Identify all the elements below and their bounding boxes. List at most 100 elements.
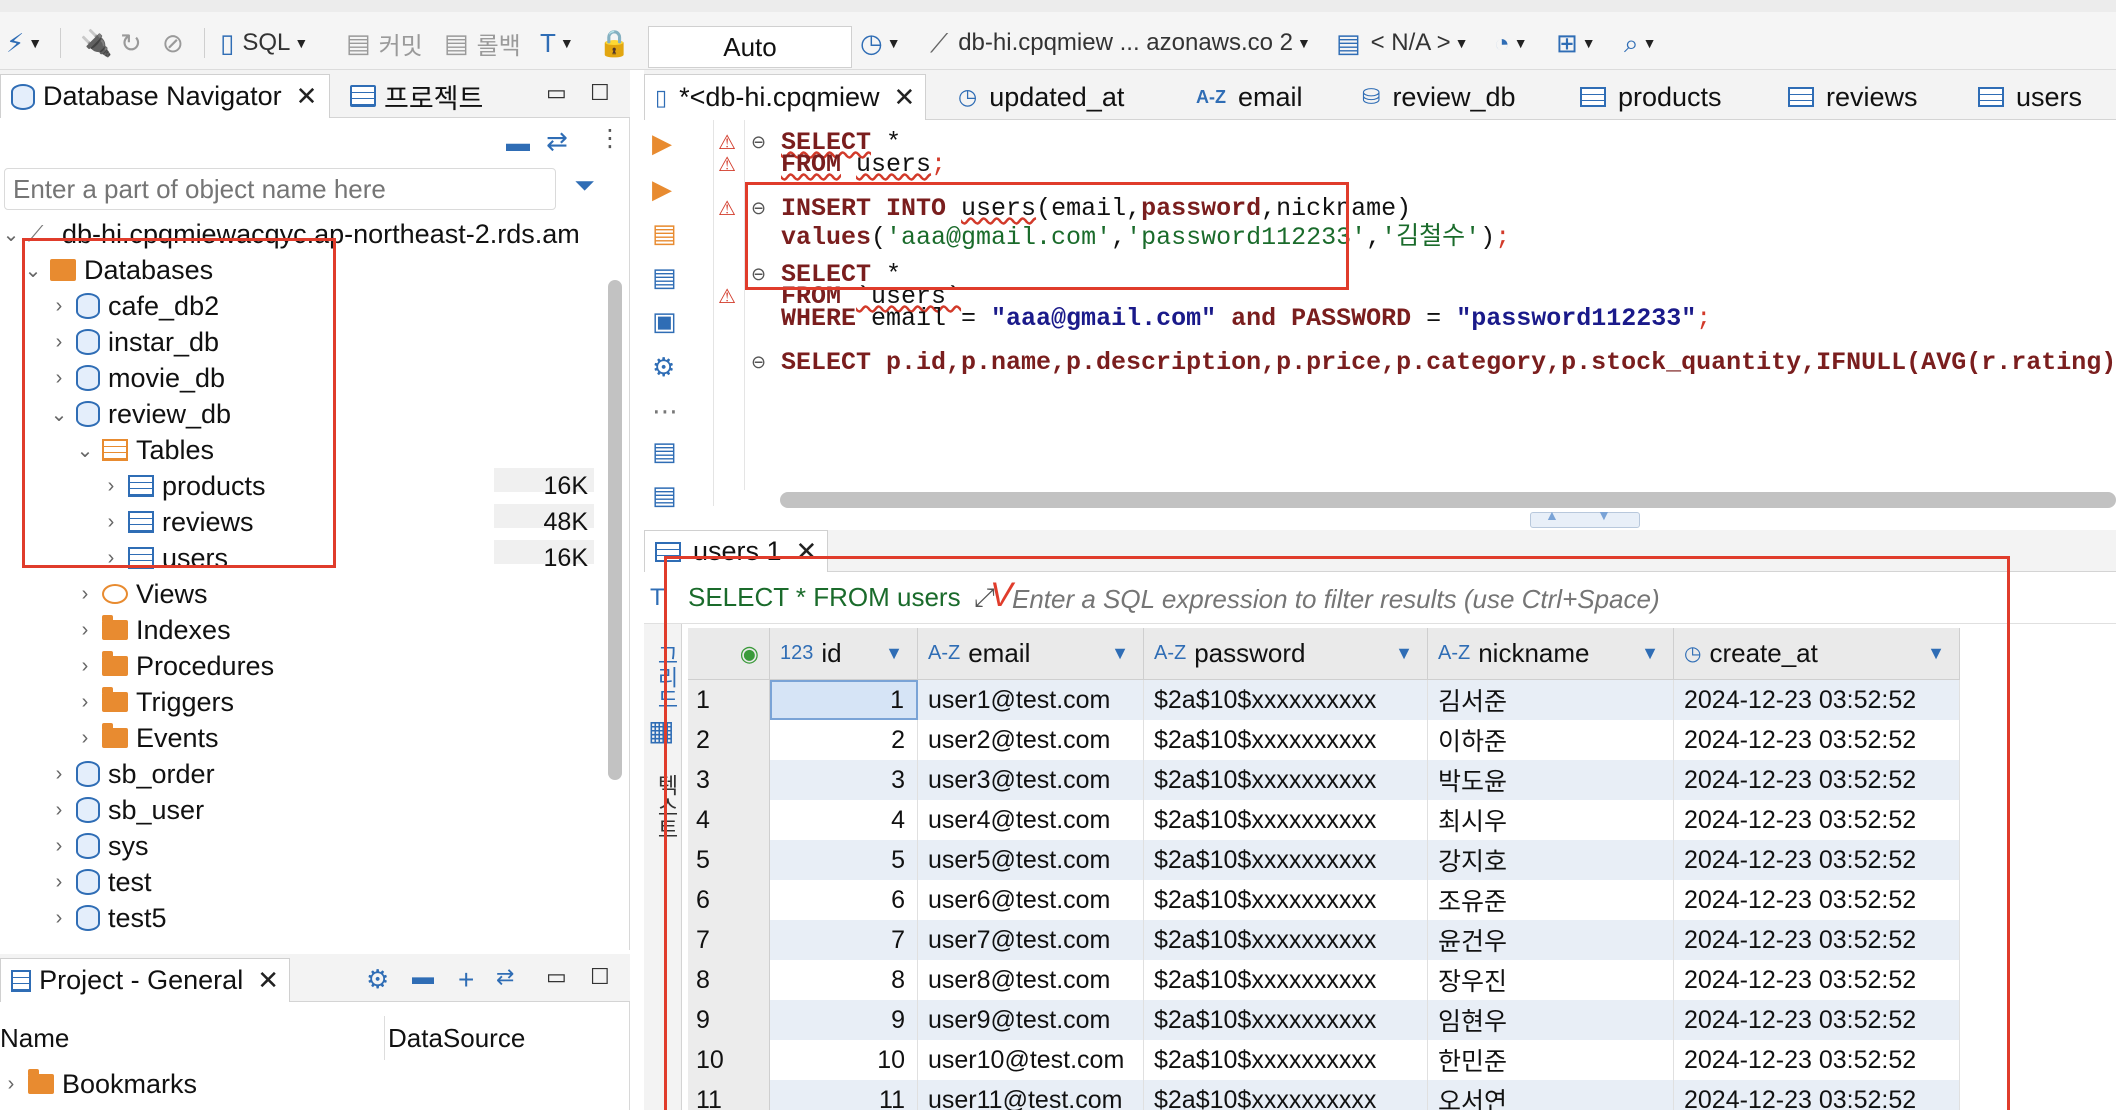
tab-label: review_db	[1392, 81, 1516, 112]
tree-views[interactable]: › Views	[74, 576, 208, 612]
settings-icon[interactable]: ⚙	[366, 964, 389, 995]
tree-database[interactable]: › test	[48, 864, 152, 900]
link-editor-icon[interactable]: ⇄	[546, 126, 568, 157]
minimize-icon[interactable]: ▭	[546, 80, 567, 106]
project-icon	[350, 85, 376, 107]
execute-new-tab-icon[interactable]: ▶	[652, 174, 672, 205]
chevron-down-icon: ⌄	[2, 223, 20, 246]
sql-text: SELECT p.id,p.name,p.description,p.price…	[781, 348, 2116, 377]
more-options-icon[interactable]: ⋯	[652, 396, 678, 427]
database-icon	[76, 905, 100, 931]
horizontal-scrollbar[interactable]	[780, 492, 2116, 508]
reconnect-icon: ↻	[120, 28, 142, 58]
commit-button[interactable]: ▤ 커밋	[346, 26, 423, 60]
lock-icon: 🔒	[598, 28, 631, 58]
new-connection-button[interactable]: ⚡ ▼	[6, 26, 42, 60]
folder-label: Procedures	[136, 650, 275, 681]
minimize-icon[interactable]: ▭	[546, 964, 567, 990]
annotation-highlight-box	[22, 238, 336, 568]
code-line: SELECT p.id,p.name,p.description,p.price…	[781, 348, 2116, 377]
export-icon[interactable]: ▤	[652, 436, 677, 467]
tree-database[interactable]: › sb_order	[48, 756, 215, 792]
maximize-icon[interactable]: ☐	[590, 964, 610, 990]
dashboard-button[interactable]: ◔ ▼	[1494, 26, 1528, 60]
sql-keyword: and	[1231, 304, 1277, 333]
code-line: WHERE email = "aaa@gmail.com" and PASSWO…	[781, 304, 1712, 333]
chevron-down-icon: ▼	[294, 35, 309, 51]
column-header-datasource[interactable]: DataSource	[388, 1016, 525, 1060]
collapse-all-icon[interactable]: ▬	[412, 964, 434, 990]
lock-button[interactable]: 🔒	[598, 26, 630, 60]
bookmarks-folder-icon	[28, 1069, 54, 1094]
commit-label: 커밋	[378, 32, 423, 60]
tree-indexes[interactable]: › Indexes	[74, 612, 231, 648]
explain-plan-icon[interactable]: ▤	[652, 480, 677, 511]
chevron-right-icon: ›	[81, 618, 89, 641]
tab-email[interactable]: A-Z email	[1196, 74, 1303, 120]
tree-procedures[interactable]: › Procedures	[74, 648, 274, 684]
active-schema-select[interactable]: ▤ < N/A > ▼	[1336, 26, 1469, 60]
reconnect-button[interactable]: ↻	[120, 26, 142, 60]
database-icon	[76, 833, 100, 859]
tab-label: email	[1238, 81, 1303, 112]
tab-project[interactable]: 프로젝트	[334, 74, 493, 118]
link-editor-icon[interactable]: ⇄	[496, 964, 514, 990]
fold-icon[interactable]: ⊖	[751, 352, 766, 373]
active-connection-select[interactable]: ⟋ db-hi.cpqmiew ... azonaws.co 2 ▼	[930, 26, 1311, 60]
project-panel: Project - General ✕ ⚙ ▬ + ⇄ ▭ ☐ Name Dat…	[0, 954, 630, 1110]
code-line: FROM users;	[781, 150, 947, 179]
tab-database-navigator[interactable]: Database Navigator ✕	[0, 74, 330, 118]
disconnect-button[interactable]: ⊘	[162, 26, 184, 60]
execute-statement-icon[interactable]: ▶	[652, 128, 672, 159]
close-icon[interactable]: ✕	[893, 82, 915, 113]
tree-database[interactable]: › sys	[48, 828, 149, 864]
search-button[interactable]: ⌕ ▼	[1624, 26, 1656, 60]
schema-compare-button[interactable]: ⊞ ▼	[1556, 26, 1596, 60]
tree-bookmarks[interactable]: › Bookmarks	[0, 1066, 197, 1102]
tree-events[interactable]: › Events	[74, 720, 219, 756]
add-icon[interactable]: +	[458, 964, 474, 996]
transaction-mode-button[interactable]: T ▼	[540, 26, 574, 60]
close-icon[interactable]: ✕	[257, 965, 279, 996]
tab-label: users	[2016, 81, 2083, 112]
rollback-button[interactable]: ▤ 롤백	[444, 26, 521, 60]
collapse-all-icon[interactable]: ▬	[506, 130, 530, 158]
connect-button[interactable]: 🔌	[80, 26, 112, 60]
column-header-name[interactable]: Name	[0, 1016, 69, 1060]
tab-updated-at[interactable]: ◷ updated_at	[958, 74, 1124, 120]
sql-string: "aaa@gmail.com"	[991, 304, 1217, 333]
maximize-icon[interactable]: ☐	[590, 80, 610, 106]
more-options-icon[interactable]: ⋮	[598, 124, 622, 153]
commit-mode-select[interactable]: Auto	[648, 26, 852, 68]
active-schema-label: < N/A >	[1370, 29, 1451, 56]
database-navigator-panel: Database Navigator ✕ 프로젝트 ▭ ☐ ▬ ⇄ ⋮ ⏷ ⌄⟋…	[0, 70, 630, 1010]
tree-database[interactable]: › sb_user	[48, 792, 204, 828]
object-filter-input[interactable]	[4, 168, 556, 210]
tab-label: *<db-hi.cpqmiew	[679, 82, 880, 112]
tab-sql-editor[interactable]: ▯ *<db-hi.cpqmiew ✕	[644, 74, 927, 120]
execute-script-icon[interactable]: ▤	[652, 218, 677, 249]
database-icon: ⛁	[1362, 84, 1381, 109]
history-button[interactable]: ◷ ▼	[860, 26, 901, 60]
settings-icon[interactable]: ⚙	[652, 352, 675, 383]
vertical-scrollbar[interactable]	[608, 280, 622, 780]
rollback-icon: ▤	[444, 28, 469, 58]
close-icon[interactable]: ✕	[296, 81, 318, 112]
filter-icon[interactable]: ⏷	[574, 170, 595, 202]
tab-users[interactable]: users	[1978, 74, 2082, 120]
sql-editor[interactable]: ⊖ SELECT * FROM users; ⊖ INSERT INTO use…	[744, 120, 2116, 490]
terminal-icon[interactable]: ▣	[652, 306, 677, 337]
sql-editor-button[interactable]: ▯ SQL ▼	[220, 26, 308, 60]
execute-script-new-tab-icon[interactable]: ▤	[652, 262, 677, 293]
database-label: test5	[108, 902, 167, 933]
tab-review-db[interactable]: ⛁ review_db	[1362, 74, 1516, 120]
tab-project-general[interactable]: Project - General ✕	[0, 958, 290, 1002]
sql-file-icon: ▯	[220, 28, 235, 58]
tree-triggers[interactable]: › Triggers	[74, 684, 234, 720]
tab-products[interactable]: products	[1580, 74, 1722, 120]
panel-toggle-handle[interactable]: ▲ ▼	[1530, 507, 1640, 528]
tab-reviews[interactable]: reviews	[1788, 74, 1918, 120]
views-icon	[102, 584, 128, 604]
tree-database[interactable]: › test5	[48, 900, 167, 936]
fold-icon[interactable]: ⊖	[751, 132, 766, 153]
